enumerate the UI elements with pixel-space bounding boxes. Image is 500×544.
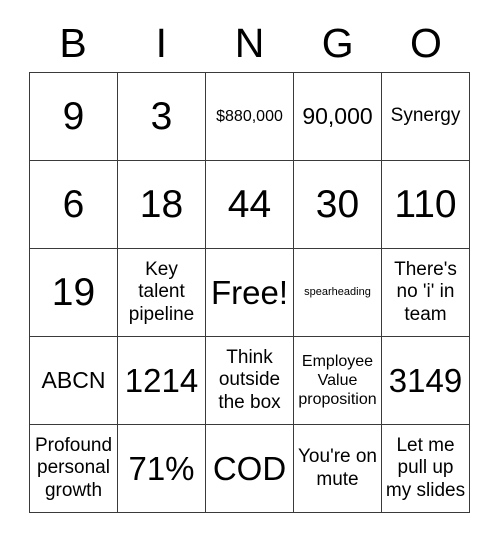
bingo-cell-label: Think outside the box [218,346,281,413]
bingo-cell-label: 44 [227,183,272,226]
bingo-cell[interactable]: 3149 [382,337,470,425]
bingo-header-letter-n: N [234,19,265,66]
bingo-cell-label: You're on mute [298,446,377,490]
bingo-cell[interactable]: There's no 'i' in team [382,249,470,337]
bingo-cell-label: Free! [210,274,289,311]
bingo-cell-label: Employee Value proposition [298,352,377,409]
bingo-row: ABCN 1214 Think outside the box Employee… [30,337,470,425]
bingo-cell-label: spearheading [304,285,371,298]
bingo-cell-label: COD [212,450,287,487]
bingo-cell[interactable]: ABCN [30,337,118,425]
bingo-header-letter-g: G [321,19,354,66]
bingo-header-row: B I N G O [29,14,470,72]
bingo-cell[interactable]: 18 [118,161,206,249]
bingo-row: 6 18 44 30 110 [30,161,470,249]
bingo-cell-label: Let me pull up my slides [385,434,466,501]
bingo-cell[interactable]: Think outside the box [206,337,294,425]
bingo-cell-label: 3 [150,95,173,138]
bingo-cell[interactable]: Employee Value proposition [294,337,382,425]
bingo-cell-label: 71% [128,450,195,487]
bingo-cell[interactable]: Let me pull up my slides [382,425,470,513]
bingo-cell[interactable]: 6 [30,161,118,249]
bingo-cell[interactable]: You're on mute [294,425,382,513]
bingo-cell[interactable]: 19 [30,249,118,337]
bingo-cell[interactable]: 9 [30,73,118,161]
bingo-cell[interactable]: 90,000 [294,73,382,161]
bingo-cell[interactable]: Key talent pipeline [118,249,206,337]
bingo-cell-label: 3149 [388,362,463,399]
bingo-cell-label: 9 [62,95,85,138]
bingo-cell[interactable]: spearheading [294,249,382,337]
bingo-cell-free[interactable]: Free! [206,249,294,337]
bingo-header-letter-o: O [409,19,442,66]
bingo-cell-label: ABCN [41,367,106,393]
bingo-row: 9 3 $880,000 90,000 Synergy [30,73,470,161]
bingo-card: B I N G O 9 3 $880,000 90,000 Synergy 6 … [29,14,470,513]
bingo-cell[interactable]: 1214 [118,337,206,425]
bingo-cell[interactable]: 44 [206,161,294,249]
bingo-cell-label: $880,000 [216,107,283,125]
bingo-cell[interactable]: Profound personal growth [30,425,118,513]
bingo-row: Profound personal growth 71% COD You're … [30,425,470,513]
bingo-cell[interactable]: Synergy [382,73,470,161]
bingo-cell[interactable]: $880,000 [206,73,294,161]
bingo-cell[interactable]: COD [206,425,294,513]
bingo-cell[interactable]: 71% [118,425,206,513]
bingo-cell-label: Profound personal growth [34,434,113,501]
bingo-cell-label: There's no 'i' in team [394,258,457,325]
bingo-cell-label: 6 [62,183,85,226]
bingo-header-letter-b: B [59,19,87,66]
bingo-row: 19 Key talent pipeline Free! spearheadin… [30,249,470,337]
bingo-cell-label: 18 [139,183,184,226]
bingo-cell-label: 90,000 [302,103,373,129]
bingo-cell-label: 30 [315,183,360,226]
bingo-grid: 9 3 $880,000 90,000 Synergy 6 18 44 30 1… [29,72,470,513]
bingo-cell-label: 110 [394,183,457,226]
bingo-cell-label: 19 [51,271,96,314]
bingo-cell-label: 1214 [124,362,199,399]
bingo-cell[interactable]: 30 [294,161,382,249]
bingo-cell[interactable]: 110 [382,161,470,249]
bingo-cell[interactable]: 3 [118,73,206,161]
bingo-cell-label: Key talent pipeline [128,258,195,325]
bingo-cell-label: Synergy [390,105,461,127]
bingo-header-letter-i: I [155,19,167,66]
